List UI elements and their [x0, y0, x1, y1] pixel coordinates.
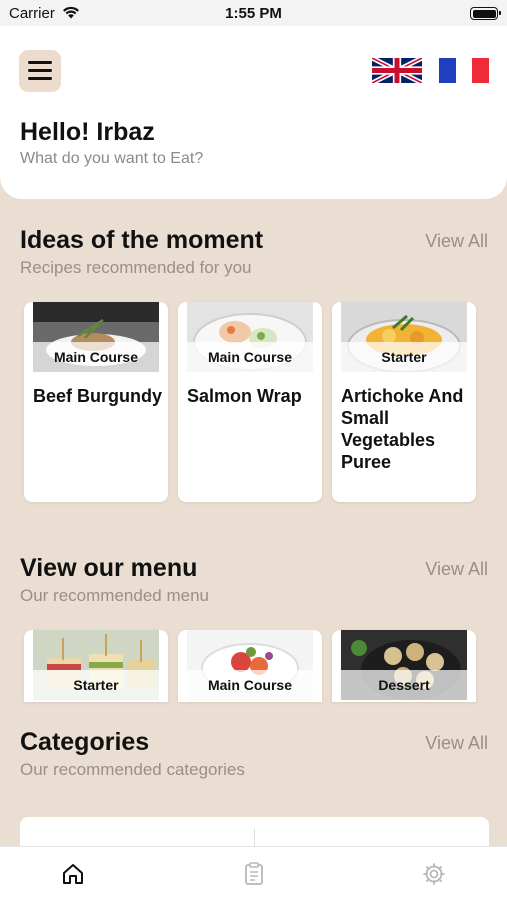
greeting-subtitle: What do you want to Eat? [20, 150, 204, 167]
menu-image: Dessert [341, 630, 467, 700]
ideas-section-subtitle: Recipes recommended for you [20, 258, 252, 277]
menu-image: Starter [33, 630, 159, 700]
course-tag: Main Course [187, 670, 313, 700]
menu-line [28, 69, 52, 72]
status-time: 1:55 PM [225, 5, 282, 22]
recipe-card[interactable]: Main Course Beef Burgundy [24, 302, 168, 502]
categories-section-title: Categories [20, 728, 150, 756]
menu-card[interactable]: Starter [24, 630, 168, 702]
course-tag: Main Course [187, 342, 313, 372]
course-tag: Starter [33, 670, 159, 700]
greeting-title: Hello! Irbaz [20, 118, 155, 146]
recipe-title: Salmon Wrap [187, 386, 302, 406]
menu-card[interactable]: Dessert [332, 630, 476, 702]
course-tag: Main Course [33, 342, 159, 372]
menu-section-title: View our menu [20, 554, 198, 582]
recipe-image: Starter [341, 302, 467, 372]
menu-view-all-link[interactable]: View All [425, 559, 488, 580]
categories-section-subtitle: Our recommended categories [20, 760, 245, 779]
menu-line [28, 77, 52, 80]
status-bar: Carrier 1:55 PM [0, 0, 507, 26]
menu-line [28, 61, 52, 64]
recipe-image: Main Course [187, 302, 313, 372]
recipe-image: Main Course [33, 302, 159, 372]
bottom-tab-bar [0, 846, 507, 900]
menu-image: Main Course [187, 630, 313, 700]
ideas-section-title: Ideas of the moment [20, 226, 264, 254]
battery-icon [470, 7, 501, 20]
header-card: Hello! Irbaz What do you want to Eat? [0, 26, 507, 199]
course-tag: Dessert [341, 670, 467, 700]
menu-section-subtitle: Our recommended menu [20, 586, 209, 605]
recipe-title: Beef Burgundy [33, 386, 163, 406]
ideas-view-all-link[interactable]: View All [425, 231, 488, 252]
uk-flag-icon[interactable] [372, 58, 422, 83]
gear-icon[interactable] [421, 861, 447, 887]
home-icon[interactable] [60, 861, 86, 887]
menu-card[interactable]: Main Course [178, 630, 322, 702]
clipboard-icon[interactable] [241, 861, 267, 887]
recipe-card[interactable]: Main Course Salmon Wrap [178, 302, 322, 502]
french-flag-icon[interactable] [439, 58, 490, 83]
recipe-title: Artichoke And Small Vegetables Puree [341, 386, 464, 472]
hamburger-menu-button[interactable] [19, 50, 61, 92]
course-tag: Starter [341, 342, 467, 372]
recipe-card[interactable]: Starter Artichoke And Small Vegetables P… [332, 302, 476, 502]
categories-view-all-link[interactable]: View All [425, 733, 488, 754]
